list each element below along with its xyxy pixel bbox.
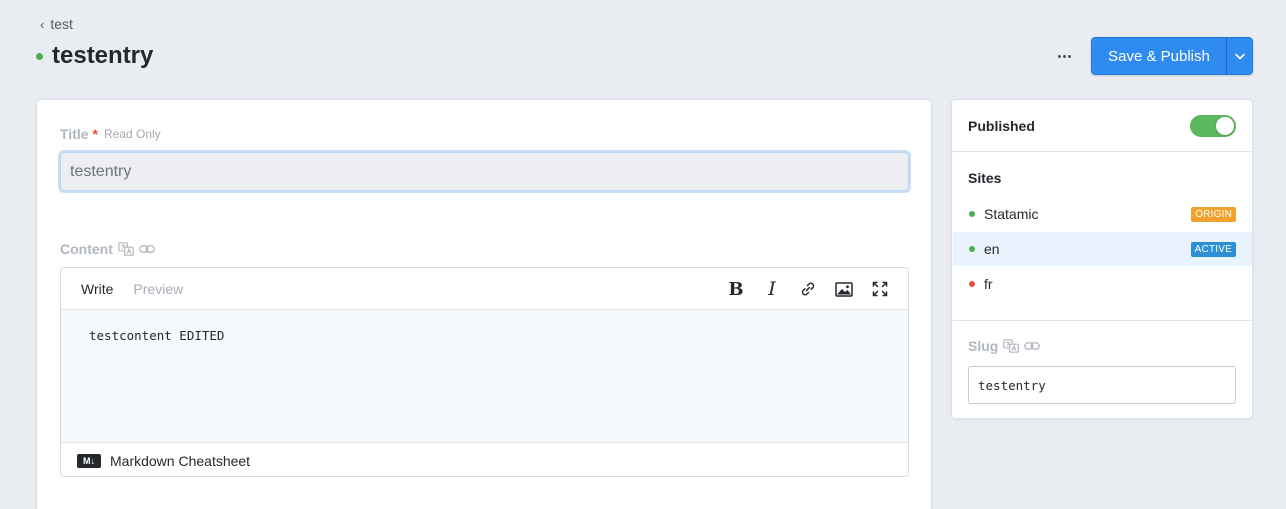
bold-icon[interactable]: B: [718, 268, 754, 310]
page-header: testentry: [36, 42, 153, 70]
site-item-statamic[interactable]: Statamic ORIGIN: [953, 197, 1252, 231]
content-textarea[interactable]: testcontent EDITED: [61, 310, 908, 442]
site-item-en[interactable]: en ACTIVE: [953, 232, 1252, 266]
save-publish-button[interactable]: Save & Publish: [1091, 37, 1226, 75]
status-dot: [36, 52, 43, 60]
slug-label: Slug: [968, 338, 999, 354]
published-row: Published: [952, 100, 1252, 152]
page-title: testentry: [52, 42, 154, 69]
tab-preview[interactable]: Preview: [123, 281, 193, 297]
ellipsis-icon-dot: [1067, 54, 1071, 58]
translate-icon: [118, 242, 134, 256]
title-label: Title: [60, 126, 89, 142]
site-name: fr: [984, 276, 993, 292]
breadcrumb[interactable]: ‹ test: [40, 16, 73, 32]
toggle-knob: [1216, 116, 1234, 135]
title-input[interactable]: testentry: [60, 152, 909, 191]
publish-button-group: Save & Publish: [1091, 37, 1253, 75]
active-badge: ACTIVE: [1190, 241, 1236, 257]
ellipsis-icon-dot: [1062, 54, 1066, 58]
published-toggle[interactable]: [1190, 114, 1236, 137]
publish-options-dropdown[interactable]: [1226, 37, 1253, 75]
markdown-cheatsheet-label: Markdown Cheatsheet: [110, 452, 251, 469]
markdown-icon: M↓: [77, 453, 101, 468]
markdown-cheatsheet-link[interactable]: M↓ Markdown Cheatsheet: [61, 442, 908, 476]
site-item-fr[interactable]: fr: [953, 267, 1252, 301]
link-icon: [139, 244, 155, 254]
chevron-left-icon: ‹: [40, 16, 45, 32]
divider: [953, 320, 1252, 321]
image-icon[interactable]: [826, 268, 862, 310]
chevron-down-icon: [1234, 53, 1245, 59]
slug-field-label: Slug: [968, 338, 1041, 354]
translate-icon: [1003, 339, 1020, 353]
title-field-label: Title * Read Only: [60, 126, 161, 142]
markdown-editor: Write Preview B I testcontent EDITED M↓ …: [60, 267, 909, 477]
editor-tools: B I: [718, 268, 898, 310]
site-status-dot: [969, 281, 975, 287]
italic-icon[interactable]: I: [754, 268, 790, 310]
origin-badge: ORIGIN: [1191, 206, 1236, 222]
content-field-label: Content: [60, 241, 155, 257]
slug-input[interactable]: testentry: [968, 366, 1236, 404]
breadcrumb-label: test: [50, 16, 73, 32]
published-label: Published: [968, 117, 1035, 134]
sidebar-card: Published Sites Statamic ORIGIN en ACTIV…: [951, 99, 1253, 419]
fullscreen-icon[interactable]: [862, 268, 898, 310]
main-publish-card: Title * Read Only testentry Content Writ…: [36, 99, 932, 509]
site-status-dot: [969, 246, 975, 252]
required-marker: *: [92, 126, 98, 142]
site-name: Statamic: [984, 206, 1039, 222]
site-name: en: [984, 241, 1000, 257]
tab-write[interactable]: Write: [71, 281, 123, 297]
link-icon: [1024, 341, 1041, 351]
editor-toolbar: Write Preview B I: [61, 268, 908, 310]
content-label: Content: [60, 241, 113, 257]
link-icon[interactable]: [790, 268, 826, 310]
more-actions-button[interactable]: [1052, 46, 1076, 66]
read-only-note: Read Only: [103, 127, 161, 141]
sites-heading: Sites: [968, 170, 1002, 186]
site-status-dot: [969, 211, 975, 217]
ellipsis-icon: [1057, 54, 1061, 58]
